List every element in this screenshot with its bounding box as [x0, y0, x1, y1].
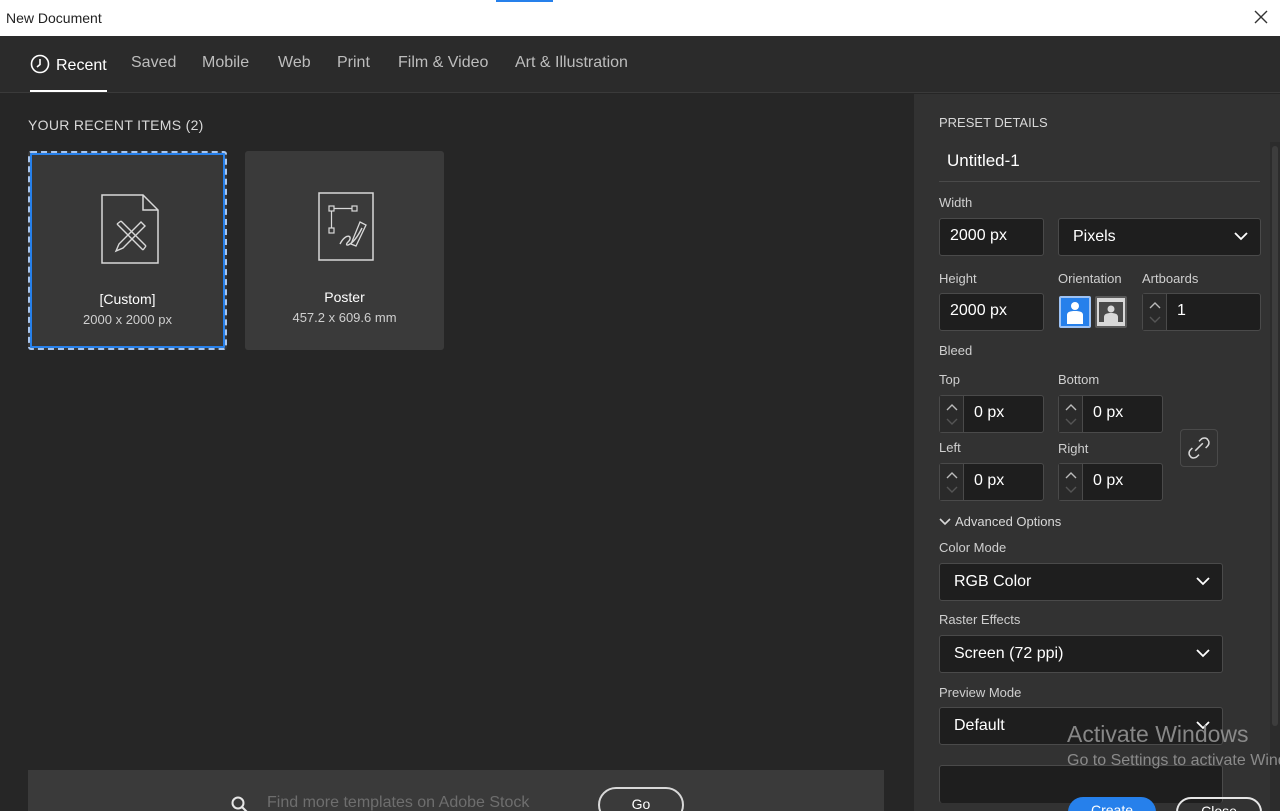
recent-item-name: [Custom] [99, 291, 156, 307]
chevron-up-icon[interactable] [946, 471, 958, 479]
portrait-orientation-button[interactable] [1059, 296, 1091, 328]
window-title: New Document [6, 10, 102, 26]
go-button[interactable]: Go [598, 787, 684, 811]
bleed-bottom-value: 0 px [1093, 404, 1124, 421]
chevron-up-icon[interactable] [1065, 403, 1077, 411]
artboards-stepper[interactable]: 1 [1142, 293, 1261, 331]
color-mode-dropdown[interactable]: RGB Color [939, 563, 1223, 601]
preview-mode-label: Preview Mode [939, 685, 1022, 700]
tab-film-video[interactable]: Film & Video [398, 54, 488, 92]
tab-recent-label: Recent [56, 57, 107, 74]
chevron-down-icon [1196, 577, 1210, 586]
width-field[interactable]: 2000 px [939, 218, 1044, 256]
color-mode-value: RGB Color [954, 573, 1032, 590]
artboards-label: Artboards [1142, 271, 1199, 286]
raster-effects-label: Raster Effects [939, 612, 1021, 627]
landscape-icon [1099, 302, 1123, 322]
chevron-down-icon[interactable] [946, 418, 958, 426]
orientation-label: Orientation [1058, 271, 1122, 286]
units-dropdown[interactable]: Pixels [1058, 218, 1261, 256]
activate-windows-subtext: Go to Settings to activate Windows. [1067, 752, 1280, 769]
close-button[interactable]: Close [1176, 797, 1262, 811]
chevron-down-icon[interactable] [1149, 316, 1161, 324]
bleed-left-value: 0 px [974, 472, 1005, 489]
stepper-arrows[interactable] [940, 464, 964, 500]
scrollbar-thumb[interactable] [1272, 146, 1278, 726]
recent-item-name: Poster [324, 289, 365, 305]
link-bleed-button[interactable] [1180, 429, 1218, 467]
title-bar: New Document [0, 0, 1280, 36]
chevron-down-icon[interactable] [1065, 486, 1077, 494]
tab-mobile[interactable]: Mobile [202, 54, 249, 92]
document-pen-icon [318, 192, 374, 261]
recent-item-poster[interactable]: Poster 457.2 x 609.6 mm [245, 151, 444, 350]
chevron-down-icon[interactable] [1065, 418, 1077, 426]
chevron-up-icon[interactable] [1065, 471, 1077, 479]
section-title: YOUR RECENT ITEMS (2) [28, 117, 204, 133]
stepper-arrows[interactable] [1143, 294, 1167, 330]
tab-recent[interactable]: Recent [30, 54, 107, 92]
bleed-top-value: 0 px [974, 404, 1005, 421]
chevron-up-icon[interactable] [946, 403, 958, 411]
portrait-icon [1067, 302, 1083, 324]
bleed-left-stepper[interactable]: 0 px [939, 463, 1044, 501]
stock-search-bar: Find more templates on Adobe Stock Go [28, 770, 884, 811]
units-value: Pixels [1073, 228, 1116, 245]
bleed-label: Bleed [939, 343, 973, 358]
document-ruler-pencil-icon [101, 194, 159, 264]
stepper-arrows[interactable] [1059, 396, 1083, 432]
recent-item-size: 2000 x 2000 px [83, 312, 172, 327]
stock-search-input[interactable]: Find more templates on Adobe Stock [267, 794, 529, 811]
link-icon [1188, 437, 1210, 459]
tab-saved[interactable]: Saved [131, 54, 176, 92]
preset-details-heading: PRESET DETAILS [939, 115, 1048, 130]
chevron-down-icon [1196, 649, 1210, 658]
recent-item-size: 457.2 x 609.6 mm [292, 310, 397, 325]
document-name-field[interactable]: Untitled-1 [939, 146, 1260, 182]
panel-scrollbar[interactable] [1270, 142, 1280, 811]
advanced-options-label: Advanced Options [955, 514, 1062, 529]
bleed-left-label: Left [939, 440, 961, 455]
chevron-down-icon [939, 518, 951, 526]
recent-item-custom[interactable]: [Custom] 2000 x 2000 px [28, 151, 227, 350]
bleed-right-value: 0 px [1093, 472, 1124, 489]
bleed-bottom-label: Bottom [1058, 372, 1100, 387]
landscape-orientation-button[interactable] [1095, 296, 1127, 328]
bleed-bottom-stepper[interactable]: 0 px [1058, 395, 1163, 433]
width-value: 2000 px [950, 227, 1007, 244]
height-label: Height [939, 271, 977, 286]
tab-print[interactable]: Print [337, 54, 370, 92]
advanced-options-toggle[interactable]: Advanced Options [939, 514, 1061, 529]
bleed-right-label: Right [1058, 441, 1089, 456]
chevron-down-icon[interactable] [946, 486, 958, 494]
height-value: 2000 px [950, 302, 1007, 319]
tab-web[interactable]: Web [278, 54, 311, 92]
preset-details-panel: PRESET DETAILS Untitled-1 Width 2000 px … [914, 94, 1280, 811]
raster-effects-value: Screen (72 ppi) [954, 645, 1064, 662]
chevron-down-icon [1234, 232, 1248, 241]
create-button[interactable]: Create [1068, 797, 1156, 811]
artboards-value: 1 [1177, 302, 1186, 319]
color-mode-label: Color Mode [939, 540, 1007, 555]
activate-windows-watermark: Activate Windows [1067, 721, 1249, 747]
chevron-up-icon[interactable] [1149, 301, 1161, 309]
raster-effects-dropdown[interactable]: Screen (72 ppi) [939, 635, 1223, 673]
preview-mode-value: Default [954, 717, 1005, 734]
search-icon [231, 796, 248, 811]
category-tabs: Recent Saved Mobile Web Print Film & Vid… [0, 36, 1280, 93]
recent-items-pane: YOUR RECENT ITEMS (2) [Custom] 2000 x 20… [0, 94, 914, 811]
bleed-top-label: Top [939, 372, 960, 387]
height-field[interactable]: 2000 px [939, 293, 1044, 331]
tab-art-illustration[interactable]: Art & Illustration [515, 54, 628, 92]
bleed-right-stepper[interactable]: 0 px [1058, 463, 1163, 501]
bleed-top-stepper[interactable]: 0 px [939, 395, 1044, 433]
stepper-arrows[interactable] [1059, 464, 1083, 500]
clock-icon [30, 54, 50, 74]
width-label: Width [939, 195, 973, 210]
stepper-arrows[interactable] [940, 396, 964, 432]
close-icon[interactable] [1250, 6, 1272, 28]
recent-heading: YOUR RECENT ITEMS [28, 117, 182, 133]
active-indicator [496, 0, 553, 2]
recent-count: (2) [185, 117, 204, 133]
